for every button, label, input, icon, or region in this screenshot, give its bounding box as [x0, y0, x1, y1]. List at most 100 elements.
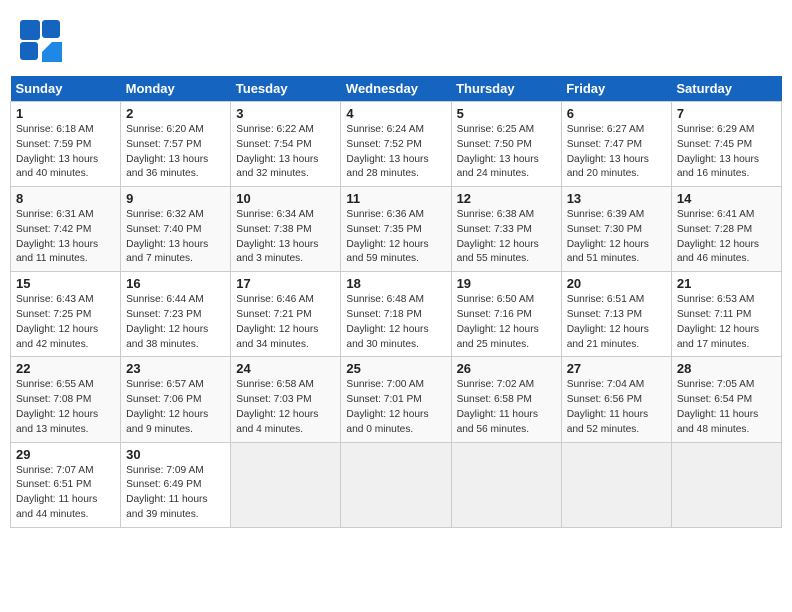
col-header-monday: Monday [121, 76, 231, 102]
calendar-cell: 22 Sunrise: 6:55 AMSunset: 7:08 PMDaylig… [11, 357, 121, 442]
day-info: Sunrise: 6:58 AMSunset: 7:03 PMDaylight:… [236, 378, 335, 437]
day-number: 1 [16, 106, 115, 121]
day-number: 22 [16, 361, 115, 376]
day-info: Sunrise: 6:46 AMSunset: 7:21 PMDaylight:… [236, 293, 335, 352]
day-info: Sunrise: 6:48 AMSunset: 7:18 PMDaylight:… [346, 293, 445, 352]
day-info: Sunrise: 6:24 AMSunset: 7:52 PMDaylight:… [346, 123, 445, 182]
day-info: Sunrise: 6:27 AMSunset: 7:47 PMDaylight:… [567, 123, 666, 182]
day-number: 7 [677, 106, 776, 121]
calendar-cell: 30 Sunrise: 7:09 AMSunset: 6:49 PMDaylig… [121, 442, 231, 527]
calendar-cell: 8 Sunrise: 6:31 AMSunset: 7:42 PMDayligh… [11, 187, 121, 272]
calendar-cell: 29 Sunrise: 7:07 AMSunset: 6:51 PMDaylig… [11, 442, 121, 527]
calendar-cell: 14 Sunrise: 6:41 AMSunset: 7:28 PMDaylig… [671, 187, 781, 272]
logo [10, 10, 74, 70]
calendar-cell: 27 Sunrise: 7:04 AMSunset: 6:56 PMDaylig… [561, 357, 671, 442]
calendar-cell: 20 Sunrise: 6:51 AMSunset: 7:13 PMDaylig… [561, 272, 671, 357]
day-number: 23 [126, 361, 225, 376]
day-number: 27 [567, 361, 666, 376]
calendar-cell: 13 Sunrise: 6:39 AMSunset: 7:30 PMDaylig… [561, 187, 671, 272]
day-info: Sunrise: 6:50 AMSunset: 7:16 PMDaylight:… [457, 293, 556, 352]
day-info: Sunrise: 6:25 AMSunset: 7:50 PMDaylight:… [457, 123, 556, 182]
day-number: 20 [567, 276, 666, 291]
day-info: Sunrise: 6:32 AMSunset: 7:40 PMDaylight:… [126, 208, 225, 267]
day-info: Sunrise: 6:36 AMSunset: 7:35 PMDaylight:… [346, 208, 445, 267]
calendar-cell: 9 Sunrise: 6:32 AMSunset: 7:40 PMDayligh… [121, 187, 231, 272]
day-info: Sunrise: 6:43 AMSunset: 7:25 PMDaylight:… [16, 293, 115, 352]
day-info: Sunrise: 6:20 AMSunset: 7:57 PMDaylight:… [126, 123, 225, 182]
day-number: 19 [457, 276, 556, 291]
day-info: Sunrise: 7:02 AMSunset: 6:58 PMDaylight:… [457, 378, 556, 437]
calendar-cell: 26 Sunrise: 7:02 AMSunset: 6:58 PMDaylig… [451, 357, 561, 442]
day-info: Sunrise: 7:05 AMSunset: 6:54 PMDaylight:… [677, 378, 776, 437]
col-header-sunday: Sunday [11, 76, 121, 102]
day-info: Sunrise: 6:55 AMSunset: 7:08 PMDaylight:… [16, 378, 115, 437]
calendar-cell [451, 442, 561, 527]
calendar-cell [341, 442, 451, 527]
calendar-table: SundayMondayTuesdayWednesdayThursdayFrid… [10, 76, 782, 528]
day-number: 29 [16, 447, 115, 462]
col-header-tuesday: Tuesday [231, 76, 341, 102]
day-info: Sunrise: 6:53 AMSunset: 7:11 PMDaylight:… [677, 293, 776, 352]
col-header-saturday: Saturday [671, 76, 781, 102]
day-info: Sunrise: 6:41 AMSunset: 7:28 PMDaylight:… [677, 208, 776, 267]
day-info: Sunrise: 6:57 AMSunset: 7:06 PMDaylight:… [126, 378, 225, 437]
calendar-cell: 11 Sunrise: 6:36 AMSunset: 7:35 PMDaylig… [341, 187, 451, 272]
calendar-cell: 28 Sunrise: 7:05 AMSunset: 6:54 PMDaylig… [671, 357, 781, 442]
day-number: 10 [236, 191, 335, 206]
day-number: 24 [236, 361, 335, 376]
calendar-cell: 23 Sunrise: 6:57 AMSunset: 7:06 PMDaylig… [121, 357, 231, 442]
calendar-cell: 16 Sunrise: 6:44 AMSunset: 7:23 PMDaylig… [121, 272, 231, 357]
page-header [10, 10, 782, 70]
col-header-friday: Friday [561, 76, 671, 102]
day-number: 4 [346, 106, 445, 121]
day-number: 12 [457, 191, 556, 206]
calendar-cell: 3 Sunrise: 6:22 AMSunset: 7:54 PMDayligh… [231, 102, 341, 187]
day-info: Sunrise: 6:51 AMSunset: 7:13 PMDaylight:… [567, 293, 666, 352]
day-number: 17 [236, 276, 335, 291]
col-header-wednesday: Wednesday [341, 76, 451, 102]
day-number: 11 [346, 191, 445, 206]
calendar-cell: 15 Sunrise: 6:43 AMSunset: 7:25 PMDaylig… [11, 272, 121, 357]
day-number: 6 [567, 106, 666, 121]
day-info: Sunrise: 6:34 AMSunset: 7:38 PMDaylight:… [236, 208, 335, 267]
day-number: 14 [677, 191, 776, 206]
day-info: Sunrise: 6:44 AMSunset: 7:23 PMDaylight:… [126, 293, 225, 352]
day-number: 8 [16, 191, 115, 206]
calendar-cell [231, 442, 341, 527]
day-number: 30 [126, 447, 225, 462]
day-info: Sunrise: 6:39 AMSunset: 7:30 PMDaylight:… [567, 208, 666, 267]
day-info: Sunrise: 6:31 AMSunset: 7:42 PMDaylight:… [16, 208, 115, 267]
calendar-cell: 19 Sunrise: 6:50 AMSunset: 7:16 PMDaylig… [451, 272, 561, 357]
calendar-cell: 2 Sunrise: 6:20 AMSunset: 7:57 PMDayligh… [121, 102, 231, 187]
col-header-thursday: Thursday [451, 76, 561, 102]
day-info: Sunrise: 7:09 AMSunset: 6:49 PMDaylight:… [126, 464, 225, 523]
calendar-cell: 12 Sunrise: 6:38 AMSunset: 7:33 PMDaylig… [451, 187, 561, 272]
day-info: Sunrise: 6:38 AMSunset: 7:33 PMDaylight:… [457, 208, 556, 267]
calendar-cell [671, 442, 781, 527]
day-info: Sunrise: 6:29 AMSunset: 7:45 PMDaylight:… [677, 123, 776, 182]
day-number: 28 [677, 361, 776, 376]
day-info: Sunrise: 7:04 AMSunset: 6:56 PMDaylight:… [567, 378, 666, 437]
day-number: 5 [457, 106, 556, 121]
calendar-cell: 7 Sunrise: 6:29 AMSunset: 7:45 PMDayligh… [671, 102, 781, 187]
calendar-cell [561, 442, 671, 527]
day-number: 2 [126, 106, 225, 121]
day-info: Sunrise: 6:18 AMSunset: 7:59 PMDaylight:… [16, 123, 115, 182]
calendar-cell: 4 Sunrise: 6:24 AMSunset: 7:52 PMDayligh… [341, 102, 451, 187]
day-number: 16 [126, 276, 225, 291]
day-number: 21 [677, 276, 776, 291]
logo-icon [18, 18, 62, 62]
calendar-cell: 25 Sunrise: 7:00 AMSunset: 7:01 PMDaylig… [341, 357, 451, 442]
day-number: 25 [346, 361, 445, 376]
calendar-cell: 6 Sunrise: 6:27 AMSunset: 7:47 PMDayligh… [561, 102, 671, 187]
day-number: 15 [16, 276, 115, 291]
calendar-cell: 21 Sunrise: 6:53 AMSunset: 7:11 PMDaylig… [671, 272, 781, 357]
calendar-cell: 17 Sunrise: 6:46 AMSunset: 7:21 PMDaylig… [231, 272, 341, 357]
calendar-cell: 5 Sunrise: 6:25 AMSunset: 7:50 PMDayligh… [451, 102, 561, 187]
day-number: 9 [126, 191, 225, 206]
day-info: Sunrise: 7:07 AMSunset: 6:51 PMDaylight:… [16, 464, 115, 523]
calendar-cell: 1 Sunrise: 6:18 AMSunset: 7:59 PMDayligh… [11, 102, 121, 187]
calendar-cell: 24 Sunrise: 6:58 AMSunset: 7:03 PMDaylig… [231, 357, 341, 442]
day-number: 18 [346, 276, 445, 291]
day-info: Sunrise: 7:00 AMSunset: 7:01 PMDaylight:… [346, 378, 445, 437]
